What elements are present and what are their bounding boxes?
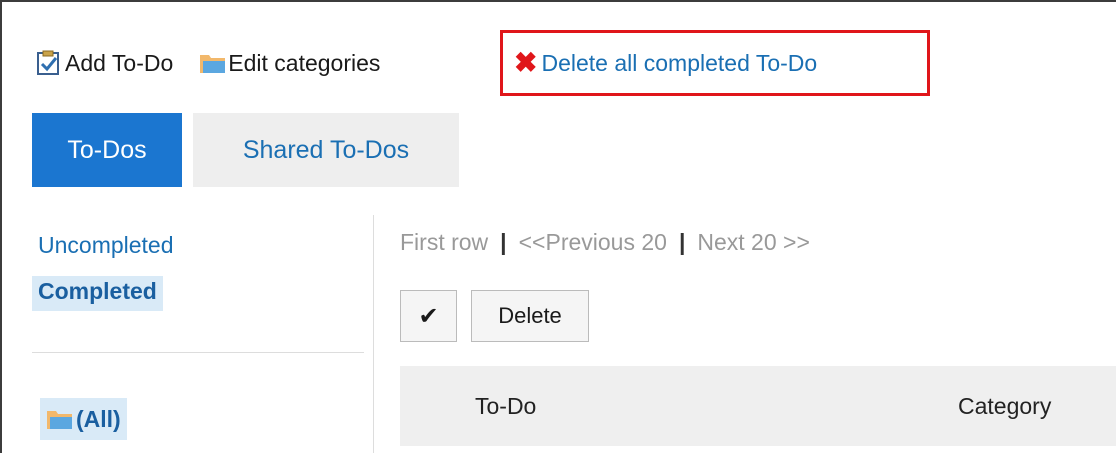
delete-x-icon: ✖ xyxy=(514,47,538,78)
checkmark-icon: ✔ xyxy=(418,302,439,330)
tab-todos[interactable]: To-Dos xyxy=(32,113,182,187)
toolbar: Add To-Do Edit categories xyxy=(36,44,380,82)
checkbox-clipboard-icon xyxy=(36,50,62,76)
pager-next[interactable]: Next 20 >> xyxy=(697,229,810,256)
tab-shared-todos-label: Shared To-Dos xyxy=(242,135,410,164)
tab-shared-todos[interactable]: Shared To-Dos xyxy=(193,113,459,187)
folder-all-item[interactable]: (All) xyxy=(40,398,127,440)
pager-separator: | xyxy=(678,229,686,255)
folder-all-label: (All) xyxy=(76,405,121,432)
pager-previous[interactable]: <<Previous 20 xyxy=(519,229,667,256)
pager: First row | <<Previous 20 | Next 20 >> xyxy=(400,229,810,256)
sidebar-item-uncompleted[interactable]: Uncompleted xyxy=(38,232,174,259)
add-todo-button[interactable]: Add To-Do xyxy=(36,50,173,77)
sidebar-item-completed[interactable]: Completed xyxy=(32,276,163,311)
edit-categories-button[interactable]: Edit categories xyxy=(199,50,380,77)
tab-todos-label: To-Dos xyxy=(67,135,147,164)
sidebar-separator xyxy=(373,215,374,453)
folder-icon xyxy=(199,50,226,76)
delete-button-label: Delete xyxy=(498,303,562,328)
edit-categories-label: Edit categories xyxy=(228,49,381,76)
column-header-todo[interactable]: To-Do xyxy=(475,393,536,420)
delete-all-completed-link[interactable]: ✖ Delete all completed To-Do xyxy=(514,44,817,82)
pager-separator: | xyxy=(500,229,507,255)
table-header: To-Do Category xyxy=(400,366,1116,446)
sidebar-divider xyxy=(32,352,364,353)
select-all-button[interactable]: ✔ xyxy=(400,290,457,342)
delete-all-completed-label: Delete all completed To-Do xyxy=(541,49,818,76)
column-header-category[interactable]: Category xyxy=(958,393,1051,420)
add-todo-label: Add To-Do xyxy=(65,49,174,76)
tab-bar: To-Dos Shared To-Dos xyxy=(32,113,459,187)
pager-first[interactable]: First row xyxy=(400,229,488,256)
delete-button[interactable]: Delete xyxy=(471,290,589,342)
folder-icon xyxy=(46,406,74,432)
